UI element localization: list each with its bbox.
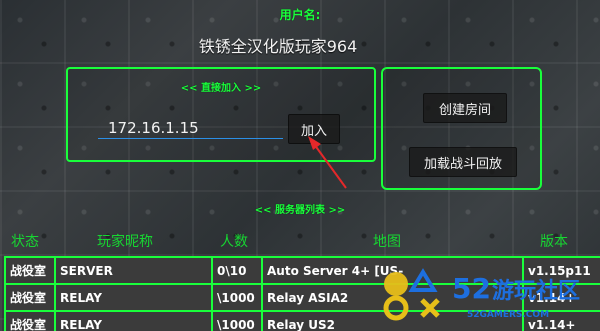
direct-join-title: << 直接加入 >>: [180, 83, 262, 94]
server-name: RELAY: [54, 285, 211, 310]
server-list-headers: 状态 玩家昵称 人数 地图 版本: [0, 231, 600, 253]
ip-address-input[interactable]: [98, 117, 283, 139]
room-actions-panel: 创建房间 加载战斗回放: [381, 67, 542, 190]
server-status: 战役室: [4, 312, 54, 331]
username-label: 用户名:: [279, 8, 321, 22]
column-version: 版本: [540, 234, 568, 250]
server-status: 战役室: [4, 285, 54, 310]
player-name[interactable]: 铁锈全汉化版玩家964: [0, 33, 556, 57]
server-count: 0\10: [211, 258, 261, 283]
load-replay-button[interactable]: 加载战斗回放: [409, 147, 517, 177]
column-count: 人数: [220, 234, 248, 250]
server-name: SERVER: [54, 258, 211, 283]
column-status: 状态: [11, 234, 39, 250]
watermark-logo: 52 游玩社区 52GAMERS.COM: [383, 268, 580, 321]
multiplayer-lobby-screen: 用户名: 铁锈全汉化版玩家964 << 直接加入 >> 加入 创建房间 加载战斗…: [0, 0, 600, 331]
watermark-text: 游玩社区: [492, 278, 580, 304]
direct-join-panel: << 直接加入 >> 加入: [66, 67, 376, 162]
server-status: 战役室: [4, 258, 54, 283]
join-button[interactable]: 加入: [288, 114, 340, 144]
column-map: 地图: [373, 234, 401, 250]
server-count: \1000: [211, 312, 261, 331]
server-count: \1000: [211, 285, 261, 310]
watermark-number: 52: [452, 272, 491, 305]
column-player-name: 玩家昵称: [97, 234, 153, 250]
create-room-button[interactable]: 创建房间: [423, 93, 507, 123]
server-list-title: << 服务器列表 >>: [254, 205, 346, 216]
server-name: RELAY: [54, 312, 211, 331]
watermark-sub: 52GAMERS.COM: [467, 310, 549, 320]
